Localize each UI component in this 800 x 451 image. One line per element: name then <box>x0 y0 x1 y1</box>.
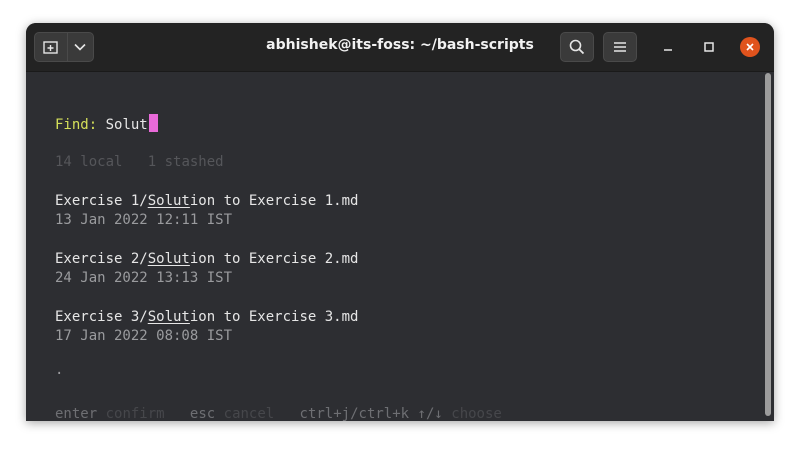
minimize-button[interactable] <box>658 37 678 57</box>
terminal-body[interactable]: Find: Solut 14 local 1 stashed Exercise … <box>26 72 774 421</box>
close-icon <box>746 43 754 51</box>
tab-local[interactable]: 14 local <box>55 154 122 170</box>
result-match: Solut <box>147 251 190 267</box>
maximize-button[interactable] <box>699 37 719 57</box>
terminal-window: abhishek@its-foss: ~/bash-scripts Find: … <box>26 23 774 421</box>
result-path-suffix: ion to Exercise 1.md <box>189 193 359 209</box>
result-date: 17 Jan 2022 08:08 IST <box>55 328 233 344</box>
result-path-suffix: ion to Exercise 2.md <box>189 251 359 267</box>
help-esc-key: esc <box>189 406 216 421</box>
title-bar: abhishek@its-foss: ~/bash-scripts <box>26 23 774 72</box>
menu-button[interactable] <box>603 32 637 62</box>
list-item[interactable]: Exercise 3/Solution to Exercise 3.md <box>55 309 358 325</box>
help-enter-key: enter <box>55 406 98 421</box>
result-match: Solut <box>147 309 190 325</box>
result-path-prefix: Exercise 2/ <box>55 251 148 267</box>
tab-stashed[interactable]: 1 stashed <box>148 154 224 170</box>
find-label: Find: <box>55 117 98 133</box>
list-item[interactable]: Exercise 1/Solution to Exercise 1.md <box>55 193 358 209</box>
result-date: 13 Jan 2022 12:11 IST <box>55 212 233 228</box>
help-esc-action: cancel <box>223 406 275 421</box>
list-item[interactable]: Exercise 2/Solution to Exercise 2.md <box>55 251 358 267</box>
help-nav-keys: ctrl+j/ctrl+k <box>299 406 410 421</box>
close-button[interactable] <box>740 37 760 57</box>
result-path-suffix: ion to Exercise 3.md <box>189 309 359 325</box>
find-prompt[interactable]: Find: Solut <box>55 114 158 133</box>
scrollbar[interactable] <box>765 73 771 416</box>
pager-indicator: . <box>55 362 64 378</box>
minimize-icon <box>664 49 672 51</box>
help-enter-action: confirm <box>105 406 165 421</box>
help-nav-action: choose <box>451 406 502 421</box>
result-date: 24 Jan 2022 13:13 IST <box>55 270 233 286</box>
filter-tabs: 14 local 1 stashed <box>55 154 224 170</box>
maximize-icon <box>704 42 714 52</box>
result-path-prefix: Exercise 3/ <box>55 309 148 325</box>
search-icon <box>569 39 585 55</box>
find-query: Solut <box>105 117 148 133</box>
search-button[interactable] <box>560 32 594 62</box>
help-bar: enter confirm esc cancel ctrl+j/ctrl+k ↑… <box>55 406 502 421</box>
hamburger-menu-icon <box>614 42 626 52</box>
result-match: Solut <box>147 193 190 209</box>
help-arrow-keys: ↑/↓ <box>417 406 443 421</box>
text-cursor <box>148 114 158 132</box>
result-path-prefix: Exercise 1/ <box>55 193 148 209</box>
